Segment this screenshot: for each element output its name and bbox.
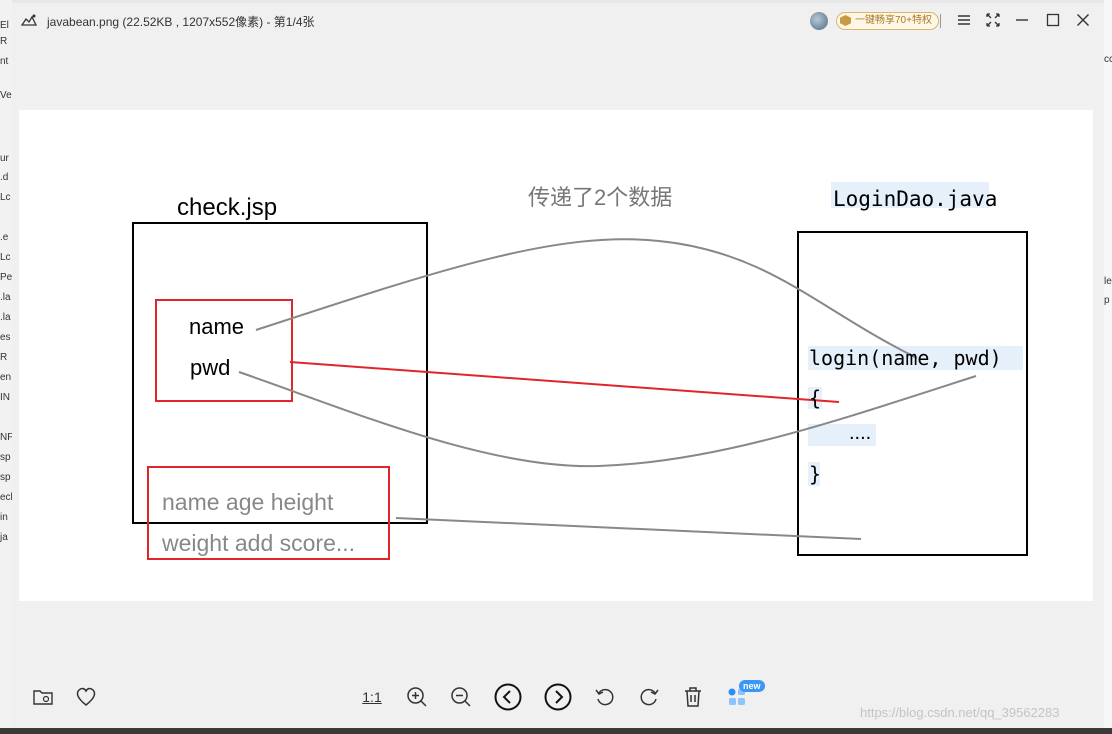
rotate-left-icon <box>595 688 614 706</box>
close-button[interactable] <box>1072 11 1094 31</box>
extra-fields-line1: name age height <box>162 489 334 515</box>
fullscreen-button[interactable] <box>982 11 1004 31</box>
maximize-button[interactable] <box>1042 11 1064 31</box>
background-text: ecl <box>0 492 13 503</box>
check-jsp-label: check.jsp <box>177 194 278 221</box>
extra-line <box>395 517 862 540</box>
pwd-red-line <box>289 361 840 403</box>
rotate-right-button[interactable] <box>635 683 663 711</box>
chevron-left-circle-icon <box>494 683 522 711</box>
zoom-out-button[interactable] <box>447 683 475 711</box>
background-text: nt <box>0 56 9 67</box>
background-text: R <box>0 36 8 47</box>
title-bar: javabean.png (22.52KB , 1207x552像素) - 第1… <box>12 3 1104 39</box>
displayed-image: check.jsp LoginDao.java 传递了2个数据 name pwd… <box>19 110 1093 601</box>
background-text: IN <box>0 392 10 403</box>
favorite-button[interactable] <box>72 683 100 711</box>
maximize-icon <box>1046 13 1060 27</box>
trash-icon <box>685 687 701 707</box>
background-text: .la <box>0 292 11 303</box>
background-text: ur <box>0 153 9 164</box>
open-folder-button[interactable] <box>29 683 57 711</box>
chevron-right-circle-icon <box>544 683 572 711</box>
background-text: es <box>0 332 11 343</box>
zoom-in-icon <box>407 687 427 707</box>
name-curve <box>255 238 918 359</box>
background-text: Ve <box>0 90 12 101</box>
vip-promo-button[interactable]: 一键畅享70+特权 <box>836 12 939 30</box>
fullscreen-icon <box>986 13 1000 27</box>
new-badge: new <box>739 680 765 692</box>
rotate-left-button[interactable] <box>591 683 619 711</box>
background-text: le <box>1104 276 1112 287</box>
background-text: ja <box>0 532 8 543</box>
divider <box>940 14 941 28</box>
image-viewer-window: javabean.png (22.52KB , 1207x552像素) - 第1… <box>12 3 1104 731</box>
code-open-brace: { <box>809 386 822 410</box>
watermark: https://blog.csdn.net/qq_39562283 <box>860 705 1060 720</box>
background-text: in <box>0 512 8 523</box>
actual-size-label: 1:1 <box>362 689 382 705</box>
delete-button[interactable] <box>679 683 707 711</box>
window-title: javabean.png (22.52KB , 1207x552像素) - 第1… <box>47 15 315 29</box>
folder-icon <box>33 690 53 705</box>
extra-fields-line2: weight add score... <box>162 530 356 556</box>
param-name: name <box>189 314 245 339</box>
transfer-label: 传递了2个数据 <box>528 185 673 210</box>
next-image-button[interactable] <box>544 683 572 711</box>
background-text: cc <box>1104 54 1112 65</box>
vip-icon <box>840 15 851 26</box>
previous-image-button[interactable] <box>494 683 522 711</box>
background-text: .la <box>0 312 11 323</box>
background-text: en <box>0 372 12 383</box>
background-text: .e <box>0 232 9 243</box>
check-jsp-box <box>132 222 428 524</box>
background-text: El <box>0 20 9 31</box>
menu-icon <box>958 15 970 25</box>
menu-button[interactable] <box>953 11 975 31</box>
param-pwd: pwd <box>190 355 231 380</box>
background-text: Lc <box>0 252 11 263</box>
actual-size-button[interactable]: 1:1 <box>358 683 386 711</box>
heart-icon <box>76 687 96 706</box>
zoom-in-button[interactable] <box>403 683 431 711</box>
code-signature: login(name, pwd) <box>809 346 1002 370</box>
code-close-brace: } <box>809 462 822 486</box>
background-text: sp <box>0 452 11 463</box>
background-window-strip: El Rnt Ve ur .d Lc .e Lc Pe .la .la es Ren IN NF sp sp ec… <box>0 0 13 734</box>
minimize-button[interactable] <box>1011 11 1033 31</box>
code-body: .... <box>849 422 872 444</box>
rotate-right-icon <box>640 688 659 706</box>
logindao-box <box>797 231 1028 556</box>
background-text: p <box>1104 295 1110 306</box>
background-text: Pe <box>0 272 13 283</box>
background-text: sp <box>0 472 11 483</box>
taskbar-edge <box>0 728 1112 734</box>
background-window-strip-right: cc le p <box>1104 0 1112 734</box>
zoom-out-icon <box>451 687 471 707</box>
background-text: .d <box>0 172 9 183</box>
avatar[interactable] <box>810 12 828 30</box>
background-text: Lc <box>0 192 11 203</box>
close-icon <box>1077 14 1089 26</box>
vip-promo-label: 一键畅享70+特权 <box>855 15 932 26</box>
minimize-icon <box>1016 19 1028 21</box>
picture-icon <box>21 14 37 26</box>
logindao-label: LoginDao.java <box>833 187 998 211</box>
background-text: R <box>0 352 8 363</box>
